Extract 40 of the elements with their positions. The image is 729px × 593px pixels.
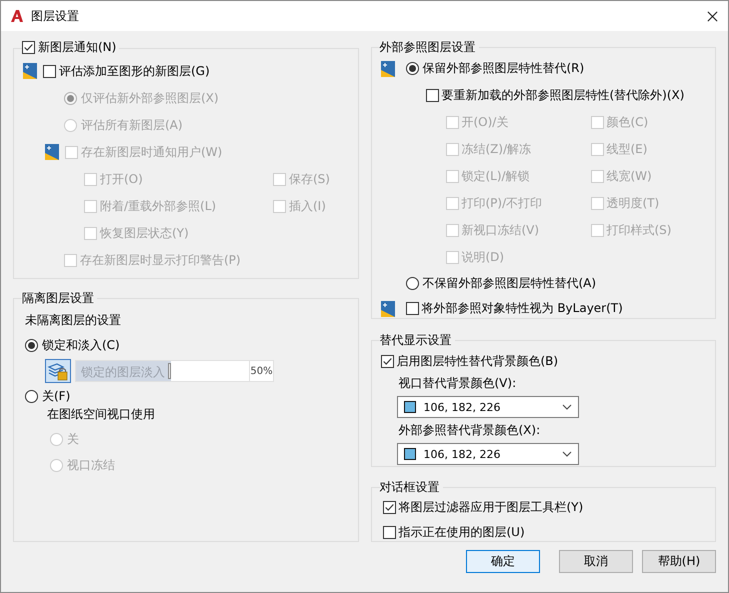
- radio-button[interactable]: 保留外部参照图层特性替代(R): [406, 60, 584, 77]
- layer-icon: [45, 144, 59, 160]
- checkbox[interactable]: 指示正在使用的图层(U): [382, 524, 525, 541]
- group-title: 外部参照图层设置: [380, 40, 476, 54]
- check-icon: [384, 502, 394, 513]
- check-icon: [23, 42, 34, 52]
- window-title: 图层设置: [31, 8, 80, 24]
- radio-button[interactable]: 锁定和淡入(C): [25, 337, 120, 354]
- check-icon: [382, 356, 392, 367]
- section-label: 在图纸空间视口使用: [46, 406, 156, 422]
- color-dropdown[interactable]: 106, 182, 226: [396, 443, 578, 465]
- radio-button[interactable]: 关(F): [25, 388, 70, 405]
- chevron-down-icon: [562, 404, 572, 410]
- locked-layers-icon[interactable]: [45, 359, 71, 383]
- dialog-button[interactable]: 取消: [559, 550, 633, 573]
- group-title: 对话框设置: [380, 480, 440, 494]
- group-title: 替代显示设置: [380, 333, 452, 347]
- field-label: 视口替代背景颜色(V):: [398, 375, 518, 392]
- chevron-down-icon: [562, 451, 572, 457]
- checkbox[interactable]: 评估添加至图形的新图层(G): [43, 62, 210, 80]
- checkbox[interactable]: 将外部参照对象特性视为 ByLayer(T): [406, 300, 623, 317]
- layer-icon: [380, 300, 394, 316]
- section-label: 未隔离图层的设置: [24, 312, 122, 328]
- close-icon[interactable]: [707, 10, 718, 22]
- slider-label: 锁定的图层淡入: [81, 364, 165, 381]
- slider-value: 50%: [250, 360, 274, 382]
- layer-icon: [380, 60, 394, 76]
- app-logo-icon: [10, 9, 24, 23]
- radio-button[interactable]: 不保留外部参照图层特性替代(A): [406, 275, 596, 292]
- checkbox[interactable]: 启用图层特性替代背景颜色(B): [380, 353, 558, 370]
- dialog-button[interactable]: 确定: [466, 550, 540, 573]
- color-dropdown[interactable]: 106, 182, 226: [396, 396, 578, 418]
- field-label: 外部参照替代背景颜色(X):: [398, 422, 542, 439]
- group-title: 隔离图层设置: [22, 291, 94, 305]
- layer-icon: [23, 63, 37, 79]
- checkbox[interactable]: 新图层通知(N): [22, 39, 116, 55]
- dialog-button[interactable]: 帮助(H): [642, 550, 716, 573]
- checkbox[interactable]: 要重新加载的外部参照图层特性(替代除外)(X): [426, 87, 684, 104]
- checkbox[interactable]: 将图层过滤器应用于图层工具栏(Y): [382, 499, 584, 516]
- fade-slider[interactable]: 锁定的图层淡入: [75, 360, 250, 382]
